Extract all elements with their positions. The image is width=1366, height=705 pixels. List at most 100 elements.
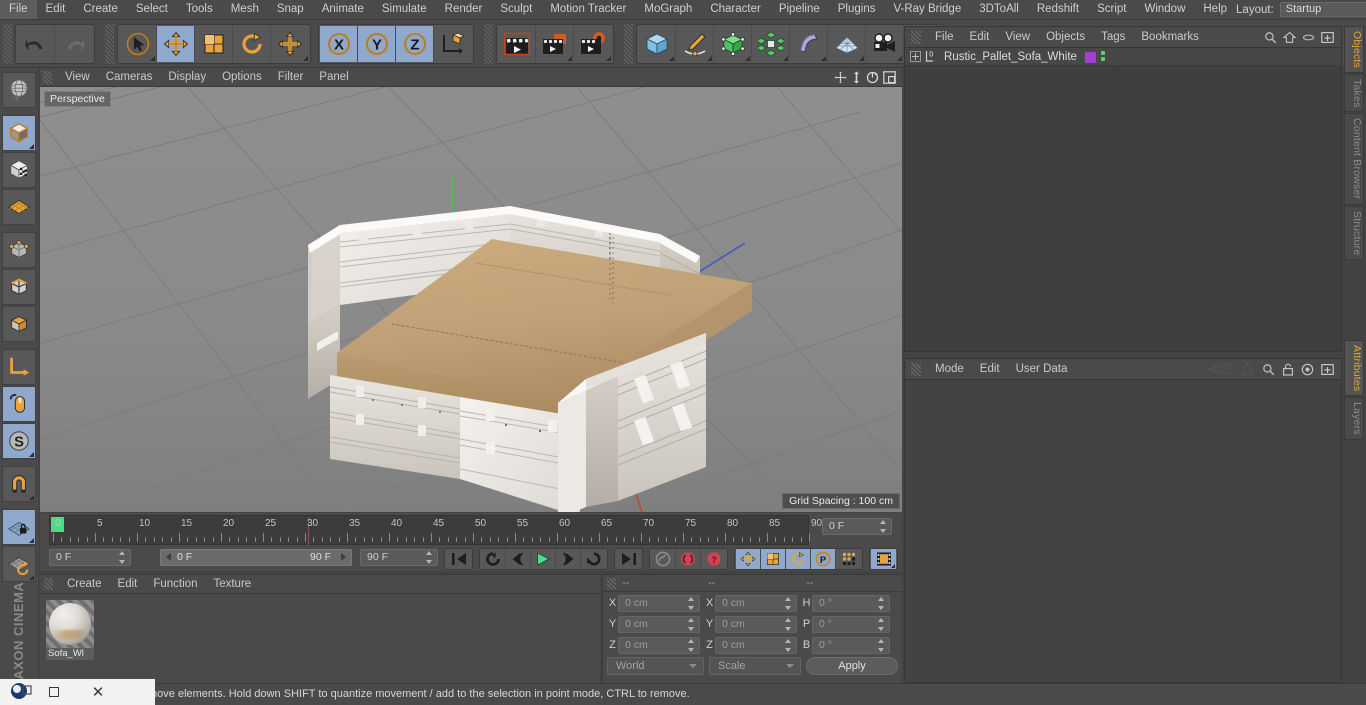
menu-v-ray-bridge[interactable]: V-Ray Bridge [884,0,970,19]
spinner-icon[interactable] [688,638,695,652]
spinner-icon[interactable] [688,596,695,610]
texture-mode-button[interactable] [2,152,36,188]
toolbar-grip[interactable] [484,23,493,64]
search-icon[interactable] [1264,31,1277,44]
object-menu-tags[interactable]: Tags [1093,27,1133,47]
material-tag[interactable] [1085,52,1096,63]
object-menu-bookmarks[interactable]: Bookmarks [1133,27,1207,47]
rotate-view-icon[interactable] [866,71,879,84]
viewport-canvas[interactable]: Y Z X Perspective Grid Spacing : 100 cm [40,87,902,512]
rotation-h-field[interactable]: 0 ° [812,594,890,612]
material-menu-create[interactable]: Create [59,575,110,593]
material-grip[interactable] [44,578,53,590]
lock-icon[interactable] [1282,363,1294,376]
planar-workplane-button[interactable] [2,546,36,582]
menu-window[interactable]: Window [1135,0,1194,19]
add-scene-object-button[interactable] [828,25,866,62]
y-axis-lock[interactable]: Y [358,25,396,62]
menu-simulate[interactable]: Simulate [373,0,436,19]
menu-sculpt[interactable]: Sculpt [491,0,541,19]
expand-icon[interactable] [1321,363,1334,376]
right-tab-objects[interactable]: Objects [1344,26,1364,73]
z-axis-lock[interactable]: Z [396,25,434,62]
pan-view-icon[interactable] [834,71,847,84]
play-backwards-button[interactable] [481,549,506,569]
move-tool[interactable] [157,25,195,62]
free-transform-tool[interactable] [271,25,309,62]
attribute-menu-user-data[interactable]: User Data [1008,359,1076,379]
add-array-button[interactable] [752,25,790,62]
coordinate-system-dropdown[interactable]: World [607,657,704,675]
spinner-icon[interactable] [119,551,126,564]
soft-selection-button[interactable]: S [2,423,36,459]
render-to-picture-viewer-button[interactable] [536,25,574,62]
x-axis-lock[interactable]: X [320,25,358,62]
add-deformer-button[interactable] [790,25,828,62]
menu-script[interactable]: Script [1088,0,1135,19]
render-view-button[interactable] [498,25,536,62]
lock-workplane-button[interactable] [2,509,36,545]
dolly-view-icon[interactable] [851,71,862,84]
autokeying-button[interactable] [651,549,676,569]
visibility-dots-icon[interactable] [1101,51,1105,63]
go-to-start-button[interactable] [446,549,471,569]
rotate-tool[interactable] [233,25,271,62]
attribute-menu-mode[interactable]: Mode [927,359,972,379]
menu-3dtoall[interactable]: 3DToAll [970,0,1028,19]
add-generator-button[interactable] [714,25,752,62]
key-position-button[interactable] [736,549,761,569]
menu-file[interactable]: File [0,0,37,19]
spinner-icon[interactable] [785,596,792,610]
size-y-field[interactable]: 0 cm [715,615,797,633]
close-button[interactable]: ✕ [76,679,120,705]
material-menu-edit[interactable]: Edit [110,575,146,593]
scale-tool[interactable] [195,25,233,62]
key-rotation-button[interactable] [786,549,811,569]
object-menu-view[interactable]: View [997,27,1038,47]
preview-range-slider[interactable]: 0 F 90 F [160,549,352,566]
menu-edit[interactable]: Edit [37,0,75,19]
go-to-end-button[interactable] [616,549,641,569]
menu-character[interactable]: Character [701,0,770,19]
target-icon[interactable] [1301,363,1314,376]
viewport-menu-options[interactable]: Options [214,68,270,86]
expand-icon[interactable] [1321,31,1334,44]
model-mode-button[interactable] [2,115,36,151]
spinner-icon[interactable] [878,596,885,610]
play-forward-button[interactable] [531,549,556,569]
maximize-button[interactable] [32,679,76,705]
key-scale-button[interactable] [761,549,786,569]
menu-render[interactable]: Render [436,0,492,19]
edges-mode-button[interactable] [2,269,36,305]
layout-dropdown[interactable]: Startup [1279,2,1366,17]
spinner-icon[interactable] [688,617,695,631]
attribute-manager-grip[interactable] [911,362,921,376]
size-x-field[interactable]: 0 cm [715,594,797,612]
viewport-menu-panel[interactable]: Panel [311,68,356,86]
undo-button[interactable] [17,25,55,62]
object-axis-mode-button[interactable] [2,349,36,385]
right-tab-takes[interactable]: Takes [1344,74,1364,113]
menu-animate[interactable]: Animate [313,0,373,19]
right-tab-content-browser[interactable]: Content Browser [1344,113,1364,205]
apply-button[interactable]: Apply [806,657,898,675]
home-icon[interactable] [1283,31,1296,44]
right-tab-attributes[interactable]: Attributes [1344,340,1364,397]
world-object-axis-toggle[interactable] [434,25,472,62]
menu-motion-tracker[interactable]: Motion Tracker [541,0,635,19]
menu-pipeline[interactable]: Pipeline [770,0,829,19]
object-manager-grip[interactable] [911,30,921,44]
forward-nav-icon[interactable] [1239,362,1255,376]
record-active-objects-button[interactable] [676,549,701,569]
add-spline-button[interactable] [676,25,714,62]
make-editable-button[interactable] [2,72,36,108]
toolbar-grip[interactable] [624,23,633,64]
maximize-view-icon[interactable] [883,70,896,84]
material-item[interactable]: Sofa_Wl [46,600,94,660]
key-parameter-button[interactable]: P [811,549,836,569]
viewport-menu-filter[interactable]: Filter [270,68,312,86]
end-frame-field[interactable]: 90 F [360,549,438,566]
menu-help[interactable]: Help [1194,0,1236,19]
spinner-icon[interactable] [878,617,885,631]
position-x-field[interactable]: 0 cm [618,594,700,612]
